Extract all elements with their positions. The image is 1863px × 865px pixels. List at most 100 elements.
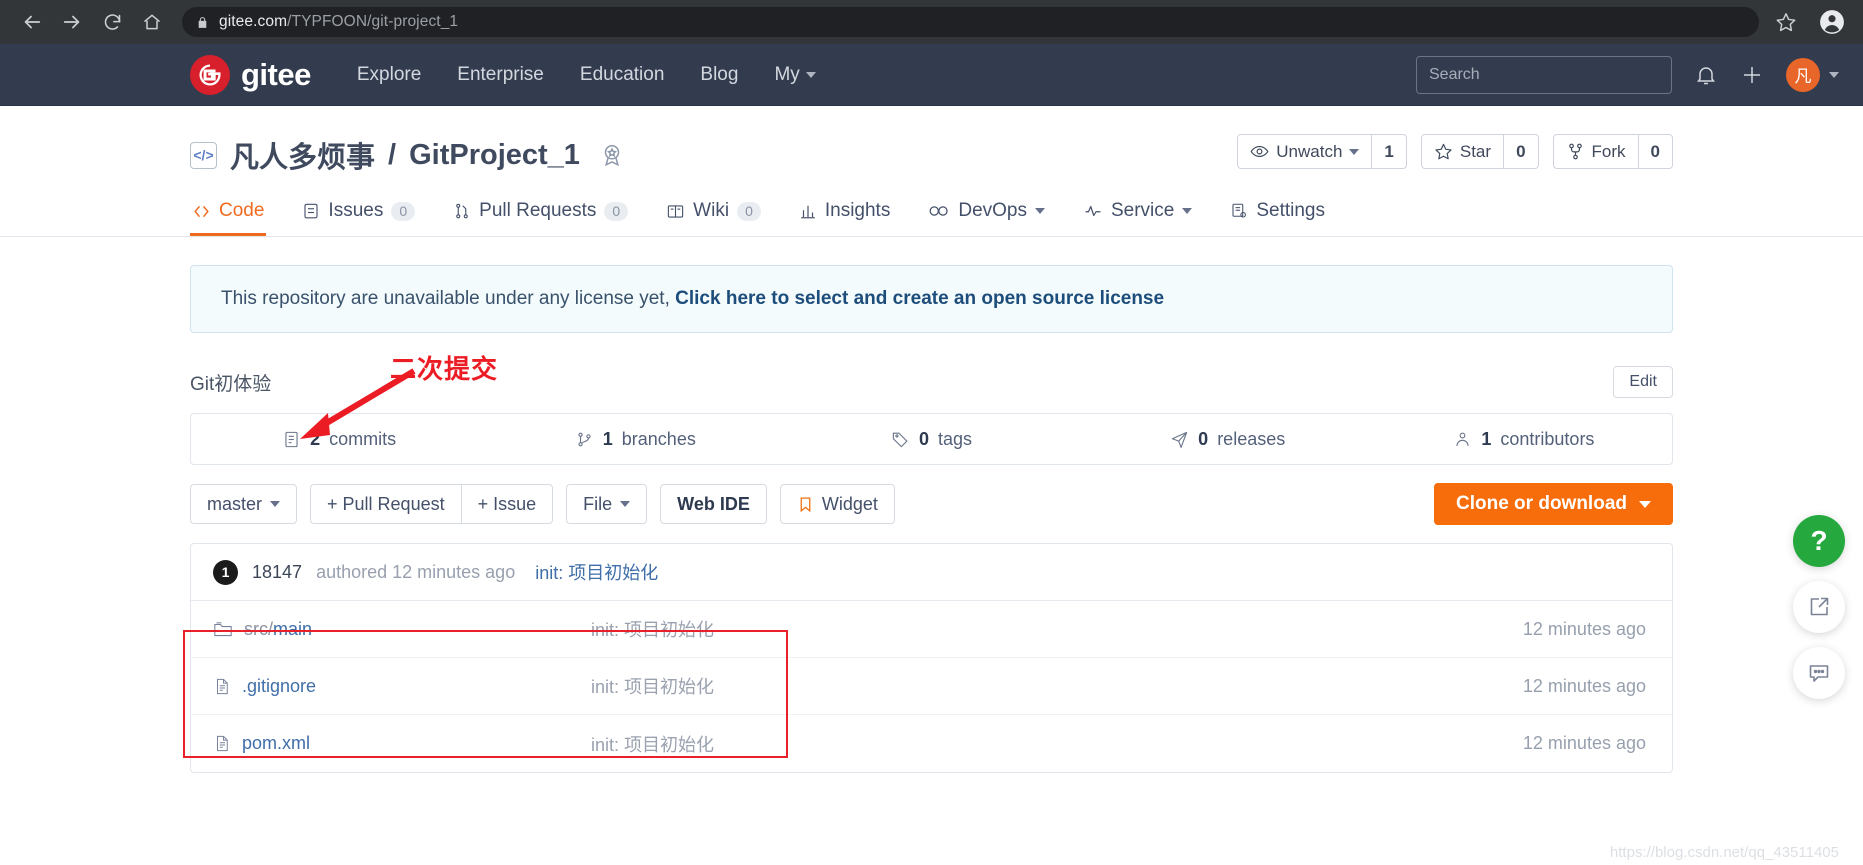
- tab-label: Settings: [1256, 200, 1325, 222]
- nav-item-explore[interactable]: Explore: [357, 64, 421, 86]
- profile-icon[interactable]: [1815, 5, 1849, 39]
- chevron-down-icon: [1639, 501, 1651, 508]
- repo-owner[interactable]: 凡人多烦事: [230, 134, 375, 176]
- repo-tabs: Code Issues 0 Pull Requests 0 Wiki 0 Ins…: [0, 194, 1863, 237]
- file-commit-message: init: 项目初始化: [591, 616, 1151, 642]
- star-count[interactable]: 0: [1504, 134, 1538, 169]
- back-arrow-icon[interactable]: [14, 4, 50, 40]
- wiki-icon: [666, 202, 685, 221]
- address-bar[interactable]: gitee.com/TYPFOON/git-project_1: [182, 7, 1759, 37]
- stat-label: releases: [1217, 429, 1285, 450]
- plus-icon[interactable]: [1740, 63, 1764, 87]
- avatar: 凡: [1786, 58, 1820, 92]
- fork-count[interactable]: 0: [1639, 134, 1673, 169]
- file-name-cell: .gitignore: [191, 676, 591, 697]
- gitee-logo-icon: [190, 55, 230, 95]
- latest-commit-row: 1 18147 authored 12 minutes ago init: 项目…: [191, 544, 1672, 601]
- reload-icon[interactable]: [94, 4, 130, 40]
- nav-label: My: [774, 64, 799, 86]
- eye-icon: [1250, 142, 1269, 161]
- branch-selector[interactable]: master: [190, 484, 297, 524]
- widget-button[interactable]: Widget: [780, 484, 895, 524]
- tab-settings[interactable]: Settings: [1228, 194, 1327, 236]
- tab-label: DevOps: [958, 200, 1027, 222]
- bell-icon[interactable]: [1694, 63, 1718, 87]
- nav-label: Enterprise: [457, 64, 544, 86]
- star-label: Star: [1460, 142, 1491, 162]
- file-menu-button[interactable]: File: [566, 484, 647, 524]
- forward-arrow-icon[interactable]: [54, 4, 90, 40]
- tab-count: 0: [737, 202, 761, 221]
- bookmark-icon: [797, 495, 814, 514]
- star-icon[interactable]: [1769, 5, 1803, 39]
- tab-devops[interactable]: DevOps: [926, 194, 1047, 236]
- tab-issues[interactable]: Issues 0: [300, 194, 417, 236]
- folder-icon: [213, 620, 233, 638]
- repo-name[interactable]: GitProject_1: [409, 139, 580, 172]
- edit-button[interactable]: Edit: [1613, 366, 1673, 398]
- infinity-icon: [928, 202, 950, 220]
- web-ide-button[interactable]: Web IDE: [660, 484, 767, 524]
- user-menu[interactable]: 凡: [1786, 58, 1839, 92]
- tab-wiki[interactable]: Wiki 0: [664, 194, 763, 236]
- help-question-icon[interactable]: ?: [1793, 515, 1845, 567]
- file-timestamp: 12 minutes ago: [1523, 733, 1672, 754]
- gitee-logo[interactable]: gitee: [190, 55, 311, 95]
- contributors-icon: [1453, 430, 1472, 449]
- stat-releases[interactable]: 0 releases: [1080, 414, 1376, 464]
- file-browser: 1 18147 authored 12 minutes ago init: 项目…: [190, 543, 1673, 773]
- license-notice: This repository are unavailable under an…: [190, 265, 1673, 333]
- stat-tags[interactable]: 0 tags: [783, 414, 1079, 464]
- new-issue-button[interactable]: + Issue: [462, 484, 554, 524]
- star-button[interactable]: Star: [1421, 134, 1504, 169]
- unwatch-button[interactable]: Unwatch: [1237, 134, 1372, 169]
- file-name-cell: pom.xml: [191, 733, 591, 754]
- stat-count: 0: [1198, 429, 1208, 450]
- stat-label: branches: [622, 429, 696, 450]
- clone-label: Clone or download: [1456, 493, 1627, 515]
- tab-code[interactable]: Code: [190, 194, 266, 236]
- stat-branches[interactable]: 1 branches: [487, 414, 783, 464]
- commit-message[interactable]: init: 项目初始化: [535, 559, 658, 585]
- pull-request-icon: [453, 202, 471, 220]
- nav-item-education[interactable]: Education: [580, 64, 665, 86]
- clone-or-download-button[interactable]: Clone or download: [1434, 483, 1673, 525]
- star-button-group: Star 0: [1421, 134, 1539, 169]
- new-pull-request-button[interactable]: + Pull Request: [310, 484, 462, 524]
- table-row[interactable]: src/main init: 项目初始化 12 minutes ago: [191, 601, 1672, 658]
- license-notice-link[interactable]: Click here to select and create an open …: [675, 288, 1164, 309]
- file-icon: [213, 734, 231, 753]
- chevron-down-icon: [270, 501, 280, 507]
- tab-pull-requests[interactable]: Pull Requests 0: [451, 194, 630, 236]
- home-icon[interactable]: [134, 4, 170, 40]
- gitee-logo-text: gitee: [241, 57, 311, 93]
- share-external-icon[interactable]: [1793, 581, 1845, 633]
- tab-label: Code: [219, 200, 264, 222]
- main-navigation: Explore Enterprise Education Blog My: [357, 64, 816, 86]
- file-name[interactable]: pom.xml: [242, 733, 310, 754]
- search-input[interactable]: [1416, 56, 1672, 94]
- fork-button[interactable]: Fork: [1553, 134, 1639, 169]
- table-row[interactable]: pom.xml init: 项目初始化 12 minutes ago: [191, 715, 1672, 772]
- chevron-down-icon: [1035, 208, 1045, 214]
- branch-label: master: [207, 494, 262, 515]
- file-name[interactable]: .gitignore: [242, 676, 316, 697]
- stat-contributors[interactable]: 1 contributors: [1376, 414, 1672, 464]
- watch-count[interactable]: 1: [1372, 134, 1406, 169]
- file-name[interactable]: src/main: [244, 619, 312, 640]
- watch-button-group: Unwatch 1: [1237, 134, 1407, 169]
- table-row[interactable]: .gitignore init: 项目初始化 12 minutes ago: [191, 658, 1672, 715]
- repository-header: </> 凡人多烦事 / GitProject_1 Unwatch 1 Star: [0, 106, 1863, 176]
- tab-service[interactable]: Service: [1081, 194, 1194, 236]
- nav-item-my[interactable]: My: [774, 64, 815, 86]
- file-icon: [213, 677, 231, 696]
- commit-author[interactable]: 18147: [252, 562, 302, 583]
- avatar: 1: [213, 560, 238, 585]
- tab-insights[interactable]: Insights: [797, 194, 892, 236]
- stat-count: 1: [603, 429, 613, 450]
- url-path: /TYPFOON/git-project_1: [287, 13, 458, 30]
- nav-item-blog[interactable]: Blog: [700, 64, 738, 86]
- tab-count: 0: [391, 202, 415, 221]
- nav-item-enterprise[interactable]: Enterprise: [457, 64, 544, 86]
- feedback-comment-icon[interactable]: [1793, 647, 1845, 699]
